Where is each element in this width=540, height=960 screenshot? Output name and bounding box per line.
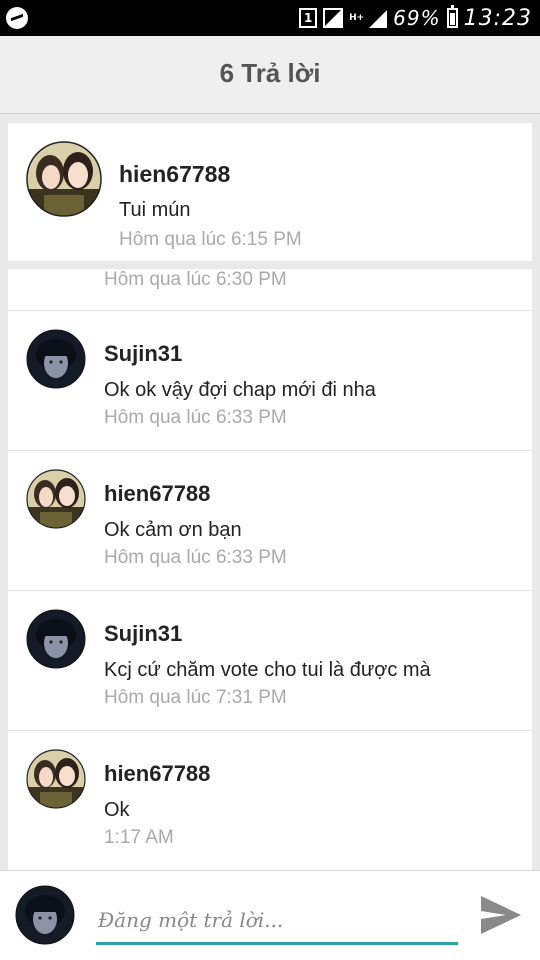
send-button[interactable] (478, 893, 524, 937)
comment-time: Hôm qua lúc 6:15 PM (119, 229, 302, 250)
page-title: 6 Trả lời (219, 58, 321, 88)
network-type: H+ (349, 12, 365, 23)
reply-username[interactable]: hien67788 (104, 481, 210, 507)
reply-username[interactable]: hien67788 (104, 761, 210, 787)
status-icons: 1 H+ 69% 13:23 (299, 4, 532, 32)
reply-compose-bar (0, 870, 540, 960)
battery-icon (446, 5, 458, 28)
messenger-icon (6, 7, 28, 29)
reply-input[interactable] (96, 897, 458, 945)
reply-text: Kcj cứ chăm vote cho tui là được mà (104, 659, 431, 681)
comment-text: Tui mún (119, 199, 191, 221)
list-item: hien67788 Ok 1:17 AM (8, 731, 532, 870)
reply-time: 1:17 AM (104, 827, 174, 848)
replies-panel: Hôm qua lúc 6:30 PM Sujin31 Ok ok vậy đợ… (8, 269, 532, 870)
battery-percent: 69% (393, 6, 441, 30)
reply-text: Ok cảm ơn bạn (104, 519, 242, 541)
list-item: hien67788 Ok cảm ơn bạn Hôm qua lúc 6:33… (8, 451, 532, 591)
avatar[interactable] (26, 749, 86, 809)
clock: 13:23 (463, 5, 532, 31)
reply-time: Hôm qua lúc 6:30 PM (104, 269, 287, 290)
avatar[interactable] (26, 469, 86, 529)
list-item: Hôm qua lúc 6:30 PM (8, 269, 532, 311)
send-icon (481, 896, 521, 934)
comment-list[interactable]: hien67788 Tui mún Hôm qua lúc 6:15 PM Hô… (0, 114, 540, 870)
list-item: Sujin31 Ok ok vậy đợi chap mới đi nha Hô… (8, 311, 532, 451)
avatar[interactable] (26, 329, 86, 389)
list-item: Sujin31 Kcj cứ chăm vote cho tui là được… (8, 591, 532, 731)
reply-username[interactable]: Sujin31 (104, 621, 182, 647)
sim-icon: 1 (299, 8, 318, 28)
reply-text: Ok ok vậy đợi chap mới đi nha (104, 379, 376, 401)
reply-time: Hôm qua lúc 7:31 PM (104, 687, 287, 708)
avatar[interactable] (26, 141, 102, 217)
avatar[interactable] (26, 609, 86, 669)
status-bar: 1 H+ 69% 13:23 (0, 0, 540, 36)
signal-icon (323, 8, 344, 28)
signal-strength-icon (369, 8, 388, 28)
reply-time: Hôm qua lúc 6:33 PM (104, 547, 287, 568)
reply-time: Hôm qua lúc 6:33 PM (104, 407, 287, 428)
reply-username[interactable]: Sujin31 (104, 341, 182, 367)
reply-text: Ok (104, 799, 130, 821)
current-user-avatar (15, 885, 75, 945)
original-comment: hien67788 Tui mún Hôm qua lúc 6:15 PM (8, 123, 532, 261)
comment-username[interactable]: hien67788 (119, 161, 230, 188)
header: 6 Trả lời (0, 36, 540, 114)
